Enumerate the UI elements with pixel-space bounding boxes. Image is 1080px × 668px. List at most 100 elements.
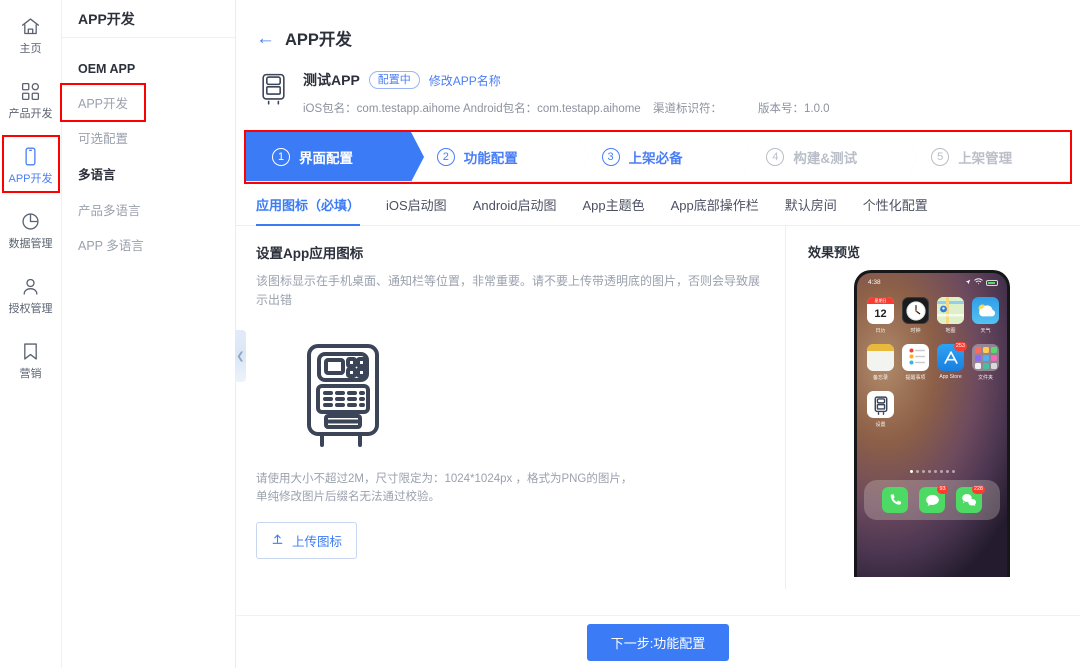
badge-count: 253 bbox=[953, 342, 967, 351]
app-placeholder-large-icon bbox=[299, 334, 387, 452]
subnav-item-product-i18n[interactable]: 产品多语言 bbox=[62, 192, 157, 227]
messages-icon[interactable]: 93 bbox=[919, 485, 948, 513]
subnav-item-optional-config[interactable]: 可选配置 bbox=[62, 120, 144, 155]
subnav-item-app-dev[interactable]: APP开发 bbox=[59, 83, 147, 122]
phone-app-label: 时钟 bbox=[910, 328, 921, 334]
section-description: 该图标显示在手机桌面、通知栏等位置，非常重要。请不要上传带透明底的图片，否则会导… bbox=[256, 274, 761, 307]
phone-app-weather[interactable]: 天气 bbox=[972, 297, 999, 334]
subnav-group-i18n: 多语言 bbox=[78, 168, 116, 182]
phone-app-custom[interactable]: 设置 bbox=[867, 391, 894, 428]
phone-app-clock[interactable]: 时钟 bbox=[902, 297, 929, 334]
status-time: 4:38 bbox=[868, 279, 881, 286]
footer-bar: 下一步:功能配置 bbox=[236, 615, 1080, 668]
reminders-icon bbox=[902, 344, 929, 371]
phone-app-label: 备忘录 bbox=[872, 375, 888, 381]
next-step-button[interactable]: 下一步:功能配置 bbox=[586, 623, 730, 661]
tab-default-room[interactable]: 默认房间 bbox=[772, 184, 850, 226]
field-channel-id: 渠道标识符： bbox=[653, 103, 722, 115]
rail-item-label: 授权管理 bbox=[8, 303, 53, 315]
phone-app-label: App Store bbox=[939, 374, 962, 380]
phone-app-notes[interactable]: 备忘录 bbox=[867, 344, 894, 381]
tab-bar: 应用图标（必填） iOS启动图 Android启动图 App主题色 App底部操… bbox=[236, 184, 1080, 226]
rail-item-app-dev[interactable]: APP开发 bbox=[1, 135, 60, 193]
step-label: 上架管理 bbox=[958, 150, 1013, 166]
phone-app-calendar[interactable]: 星期日 12 日历 bbox=[867, 297, 894, 334]
wechat-icon[interactable]: 228 bbox=[956, 485, 985, 513]
section-title: 设置App应用图标 bbox=[256, 246, 364, 261]
tab-app-theme-color[interactable]: App主题色 bbox=[570, 184, 658, 226]
step-label: 界面配置 bbox=[299, 150, 353, 166]
tab-ios-splash[interactable]: iOS启动图 bbox=[373, 184, 460, 226]
subnav-item-wrap: APP 多语言 bbox=[62, 227, 235, 262]
rail-item-product-dev[interactable]: 产品开发 bbox=[3, 71, 59, 127]
step-number: 5 bbox=[931, 147, 950, 166]
phone-status-bar: 4:38 bbox=[857, 273, 1007, 289]
step-label: 功能配置 bbox=[463, 150, 518, 166]
user-icon bbox=[20, 274, 41, 298]
pie-chart-icon bbox=[20, 209, 41, 233]
stepper: 1 界面配置 2 功能配置 3 上架必备 4 构建&测试 5 上架管理 bbox=[246, 132, 1070, 182]
phone-app-folder[interactable]: 文件夹 bbox=[972, 344, 999, 381]
arrow-left-icon[interactable]: ← bbox=[256, 29, 275, 48]
step-number: 1 bbox=[272, 147, 290, 166]
app-placeholder-icon bbox=[867, 391, 894, 418]
field-version: 版本号：1.0.0 bbox=[758, 103, 830, 115]
step-1-ui-config[interactable]: 1 界面配置 bbox=[246, 132, 424, 182]
step-2-feature-config[interactable]: 2 功能配置 bbox=[410, 132, 589, 182]
phone-app-label: 天气 bbox=[980, 328, 991, 334]
subnav-item-wrap: 产品多语言 bbox=[62, 192, 235, 227]
step-number: 2 bbox=[436, 147, 455, 166]
rail-item-label: 数据管理 bbox=[8, 238, 53, 250]
phone-app-reminders[interactable]: 提醒事项 bbox=[902, 344, 929, 381]
rail-item-marketing[interactable]: 营销 bbox=[3, 331, 59, 387]
step-label: 构建&测试 bbox=[793, 150, 858, 166]
notes-icon bbox=[867, 344, 894, 371]
app-meta: 测试APP 配置中 修改APP名称 iOS包名：com.testapp.aiho… bbox=[303, 68, 863, 116]
rail-item-auth-mgmt[interactable]: 授权管理 bbox=[3, 266, 59, 322]
weather-icon bbox=[972, 297, 999, 324]
bookmark-icon bbox=[20, 339, 41, 363]
secondary-nav: APP开发 OEM APP APP开发 可选配置 多语言 产品多语言 APP 多… bbox=[59, 0, 246, 668]
subnav-item-wrap: 可选配置 bbox=[62, 120, 235, 155]
upload-hint: 请使用大小不超过2M，尺寸限定为：1024*1024px ，格式为PNG的图片，… bbox=[256, 473, 633, 503]
rail-item-label: 主页 bbox=[19, 43, 42, 55]
app-placeholder-icon bbox=[256, 68, 290, 108]
tab-personalization[interactable]: 个性化配置 bbox=[850, 184, 941, 226]
preview-panel: 效果预览 4:38 星期日 12 日历 时钟 地图 天气 备忘录 提醒事项 25… bbox=[785, 226, 1080, 589]
step-5-listing-mgmt[interactable]: 5 上架管理 bbox=[905, 132, 1070, 182]
tab-app-bottom-bar[interactable]: App底部操作栏 bbox=[658, 184, 772, 226]
phone-app-maps[interactable]: 地图 bbox=[937, 297, 964, 334]
rename-app-link[interactable]: 修改APP名称 bbox=[429, 72, 501, 89]
phone-app-appstore[interactable]: 253 App Store bbox=[937, 342, 967, 381]
app-name: 测试APP bbox=[303, 72, 360, 88]
app-summary: 测试APP 配置中 修改APP名称 iOS包名：com.testapp.aiho… bbox=[236, 50, 1080, 116]
subnav-item-app-i18n[interactable]: APP 多语言 bbox=[62, 227, 160, 262]
app-fields: iOS包名：com.testapp.aihome Android包名：com.t… bbox=[303, 100, 863, 116]
app-root: 主页 产品开发 APP开发 数据管理 授权管理 营销 APP开发 OEM APP… bbox=[0, 0, 1080, 668]
maps-icon bbox=[937, 297, 964, 324]
badge-count: 93 bbox=[937, 485, 948, 494]
rail-item-label: 营销 bbox=[19, 368, 42, 380]
tab-android-splash[interactable]: Android启动图 bbox=[460, 184, 570, 226]
phone-app-label: 文件夹 bbox=[977, 375, 993, 381]
sidebar-collapse-handle[interactable]: ❮ bbox=[235, 330, 246, 382]
phone-preview: 4:38 星期日 12 日历 时钟 地图 天气 备忘录 提醒事项 253 App… bbox=[854, 270, 1010, 577]
tab-app-icon[interactable]: 应用图标（必填） bbox=[256, 184, 373, 226]
rail-item-data-mgmt[interactable]: 数据管理 bbox=[3, 201, 59, 257]
rail-item-label: 产品开发 bbox=[8, 108, 53, 120]
subnav-title: APP开发 bbox=[62, 0, 235, 38]
phone-app-label: 设置 bbox=[875, 422, 886, 428]
step-4-build-test[interactable]: 4 构建&测试 bbox=[740, 132, 918, 182]
upload-icon-button[interactable]: 上传图标 bbox=[256, 522, 358, 559]
step-3-listing-required[interactable]: 3 上架必备 bbox=[575, 132, 754, 182]
main-area: ← APP开发 测试APP 配置中 修改APP名称 iOS包名：com.test… bbox=[236, 0, 1080, 668]
phone-call-icon[interactable] bbox=[882, 487, 908, 513]
page-dots bbox=[857, 470, 1007, 473]
upload-icon bbox=[271, 533, 284, 549]
rail-item-home[interactable]: 主页 bbox=[3, 6, 59, 62]
home-icon bbox=[20, 14, 41, 38]
app-name-row: 测试APP 配置中 修改APP名称 bbox=[303, 70, 863, 90]
subnav-list: OEM APP APP开发 可选配置 多语言 产品多语言 APP 多语言 bbox=[59, 38, 235, 262]
calendar-icon: 星期日 12 bbox=[867, 297, 894, 324]
phone-app-grid: 星期日 12 日历 时钟 地图 天气 备忘录 提醒事项 253 App Stor… bbox=[857, 289, 1007, 428]
